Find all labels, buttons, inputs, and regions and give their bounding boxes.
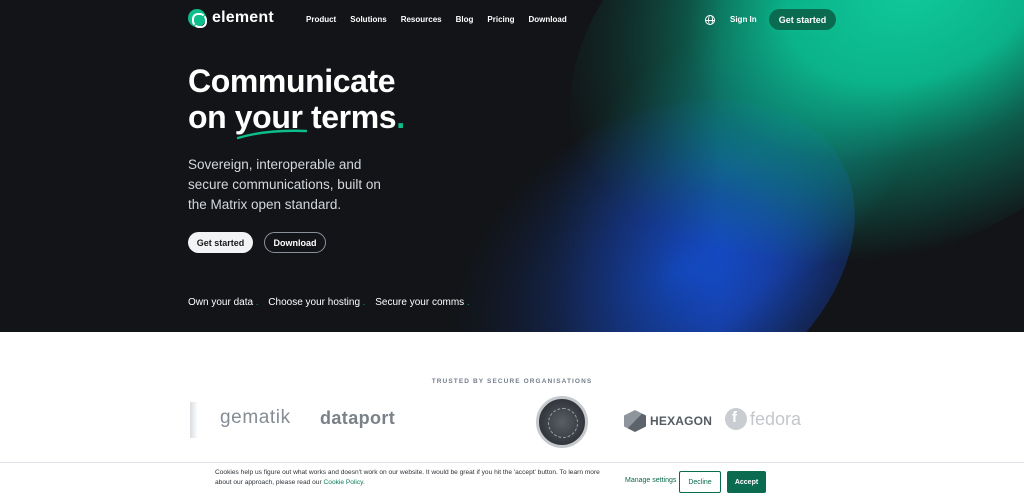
headline-line-1: Communicate: [188, 63, 396, 99]
hero-gradient-mask: [360, 0, 720, 332]
trusted-label: TRUSTED BY SECURE ORGANISATIONS: [431, 378, 593, 385]
feature-label: Own your data: [188, 297, 254, 308]
headline-underline-swoosh: [236, 129, 308, 140]
cookie-message: Cookies help us figure out what works an…: [215, 468, 610, 488]
nav-link-download[interactable]: Download: [529, 15, 567, 24]
nav-link-resources[interactable]: Resources: [401, 15, 442, 24]
hexagon-wordmark: HEXAGON: [650, 414, 713, 428]
hexagon-logo: HEXAGON: [624, 410, 712, 432]
partial-logo: [190, 402, 198, 438]
nav-link-product[interactable]: Product: [306, 15, 336, 24]
feature-label: Choose your hosting: [268, 297, 361, 308]
hero-section: element Product Solutions Resources Blog…: [0, 0, 1024, 332]
brand-name: element: [212, 9, 274, 26]
fedora-logo: fedora: [725, 408, 801, 430]
feature-dot: .: [256, 298, 259, 307]
cookie-message-end: .: [362, 479, 365, 486]
nav-links: Product Solutions Resources Blog Pricing…: [306, 15, 567, 24]
nav-link-solutions[interactable]: Solutions: [350, 15, 386, 24]
nav-link-pricing[interactable]: Pricing: [487, 15, 514, 24]
feature-item: Choose your hosting .: [268, 297, 365, 308]
top-nav: element Product Solutions Resources Blog…: [0, 0, 1024, 40]
headline-dot: .: [396, 99, 405, 135]
feature-label: Secure your comms: [375, 297, 465, 308]
feature-item: Secure your comms .: [375, 297, 469, 308]
customer-logos: gematik dataport HEXAGON fedora: [0, 396, 1024, 452]
fedora-wordmark: fedora: [750, 408, 802, 429]
decline-button[interactable]: Decline: [679, 471, 721, 493]
element-logo-icon: [188, 9, 206, 27]
nav-link-blog[interactable]: Blog: [456, 15, 474, 24]
globe-icon[interactable]: [705, 15, 715, 25]
hero-headline: Communicate on your terms.: [188, 63, 405, 135]
cookie-banner: Cookies help us figure out what works an…: [0, 462, 1024, 500]
hero-subheading: Sovereign, interoperable and secure comm…: [188, 157, 381, 212]
feature-item: Own your data .: [188, 297, 258, 308]
cookie-message-text: Cookies help us figure out what works an…: [215, 469, 600, 486]
manage-settings-link[interactable]: Manage settings: [625, 477, 676, 484]
nav-get-started-button[interactable]: Get started: [769, 9, 836, 30]
accept-button[interactable]: Accept: [727, 471, 766, 493]
marine-corps-seal-logo: [536, 396, 588, 448]
sign-in-link[interactable]: Sign In: [730, 15, 757, 24]
brand-logo[interactable]: element: [188, 9, 274, 27]
feature-dot: .: [363, 298, 366, 307]
gematik-logo: gematik: [220, 407, 291, 428]
dataport-logo: dataport: [320, 408, 396, 428]
fedora-mark-icon: [725, 408, 747, 430]
hero-download-button[interactable]: Download: [264, 232, 326, 253]
feature-dot: .: [467, 298, 470, 307]
feature-list: Own your data . Choose your hosting . Se…: [188, 297, 469, 308]
cookie-policy-link[interactable]: Cookie Policy: [324, 479, 363, 486]
hexagon-mark-icon: [624, 410, 646, 432]
hero-get-started-button[interactable]: Get started: [188, 232, 253, 253]
